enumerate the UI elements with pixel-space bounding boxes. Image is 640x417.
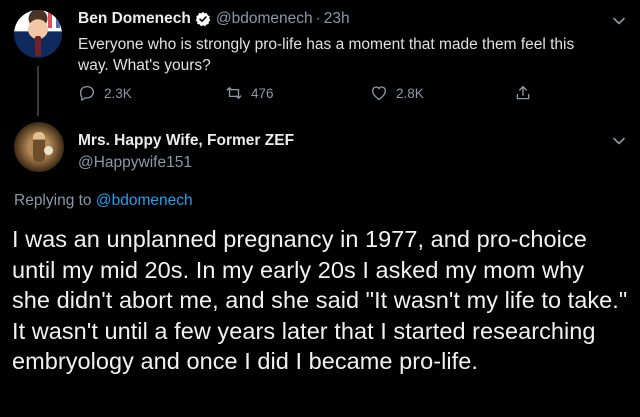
avatar-ball-detail bbox=[44, 146, 53, 155]
share-icon bbox=[516, 85, 530, 100]
reply-button[interactable]: 2.3K bbox=[78, 84, 132, 102]
reply-body: I was an unplanned pregnancy in 1977, an… bbox=[12, 226, 628, 374]
chevron-down-icon[interactable] bbox=[612, 14, 626, 28]
retweet-count: 476 bbox=[251, 85, 274, 101]
avatar-figure-detail bbox=[33, 132, 45, 162]
avatar-flag-detail bbox=[48, 12, 60, 28]
retweet-icon bbox=[226, 87, 242, 99]
replying-to-prefix: Replying to bbox=[14, 192, 92, 209]
heart-icon bbox=[371, 86, 387, 101]
reply-author-avatar[interactable] bbox=[14, 122, 64, 172]
meta-separator: · bbox=[315, 10, 321, 27]
replying-to-line: Replying to @bdomenech bbox=[14, 192, 193, 210]
twitter-thread-view: Ben Domenech @bdomenech · 23h Everyone w… bbox=[0, 0, 640, 417]
reply-icon bbox=[79, 85, 95, 101]
tweet-body: Everyone who is strongly pro-life has a … bbox=[78, 36, 575, 74]
reply-author-handle[interactable]: @Happywife151 bbox=[78, 154, 192, 172]
tweet-header: Ben Domenech @bdomenech · 23h bbox=[78, 10, 350, 28]
reply-author-display-name[interactable]: Mrs. Happy Wife, Former ZEF bbox=[78, 132, 294, 150]
retweet-button[interactable]: 476 bbox=[225, 84, 274, 102]
like-count: 2.8K bbox=[396, 85, 424, 101]
reply-count: 2.3K bbox=[104, 85, 132, 101]
chevron-down-icon[interactable] bbox=[612, 134, 626, 148]
like-button[interactable]: 2.8K bbox=[370, 84, 424, 102]
author-handle[interactable]: @bdomenech bbox=[216, 10, 313, 28]
tweet-action-bar: 2.3K 476 2.8K bbox=[78, 84, 548, 108]
thread-connector-line bbox=[37, 66, 39, 116]
author-avatar[interactable] bbox=[14, 10, 62, 58]
replying-to-mention-link[interactable]: @bdomenech bbox=[96, 192, 193, 209]
verified-badge-icon bbox=[195, 12, 211, 27]
tweet-timestamp[interactable]: 23h bbox=[324, 10, 350, 28]
author-display-name[interactable]: Ben Domenech bbox=[78, 10, 191, 28]
avatar-tie-detail bbox=[35, 36, 41, 56]
share-button[interactable] bbox=[514, 84, 540, 102]
